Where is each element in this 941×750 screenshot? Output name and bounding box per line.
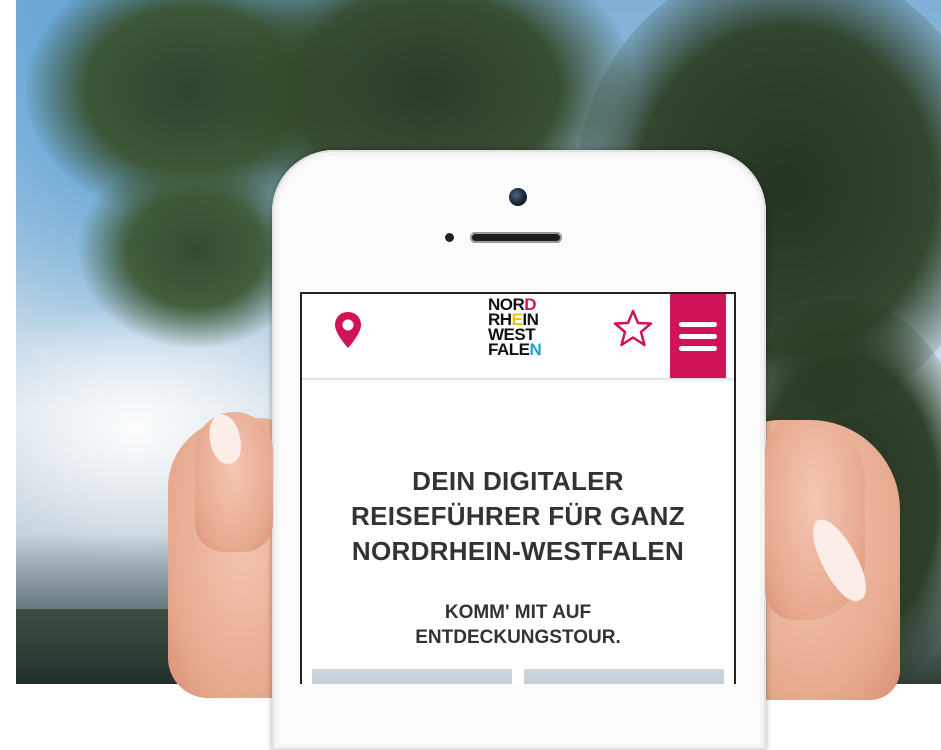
earpiece-speaker — [470, 232, 562, 243]
page-headline: DEIN DIGITALER REISEFÜHRER FÜR GANZ NORD… — [312, 464, 724, 569]
hamburger-menu-icon — [679, 322, 717, 327]
subheadline-line: KOMM' MIT AUF — [444, 602, 592, 623]
front-camera — [509, 188, 527, 206]
phone-screen: NORD RHEIN WEST FALEN DEIN DIGITALER REI… — [300, 292, 736, 684]
hamburger-menu-icon — [679, 346, 717, 351]
nrw-logo[interactable]: NORD RHEIN WEST FALEN — [488, 296, 554, 358]
hamburger-menu-icon — [679, 334, 717, 339]
headline-line: REISEFÜHRER FÜR GANZ — [351, 501, 685, 531]
content-tile[interactable] — [524, 669, 724, 684]
hamburger-menu-button[interactable] — [670, 294, 726, 378]
proximity-sensor — [445, 233, 454, 242]
site-header: NORD RHEIN WEST FALEN — [302, 294, 734, 379]
content-tile[interactable] — [312, 669, 512, 684]
headline-line: NORDRHEIN-WESTFALEN — [351, 536, 685, 566]
star-outline-icon[interactable] — [613, 308, 653, 348]
page-subheadline: KOMM' MIT AUF ENTDECKUNGSTOUR. — [312, 600, 724, 650]
headline-line: DEIN DIGITALER — [412, 466, 624, 496]
map-pin-icon[interactable] — [332, 310, 364, 350]
subheadline-line: ENTDECKUNGSTOUR. — [415, 627, 621, 648]
